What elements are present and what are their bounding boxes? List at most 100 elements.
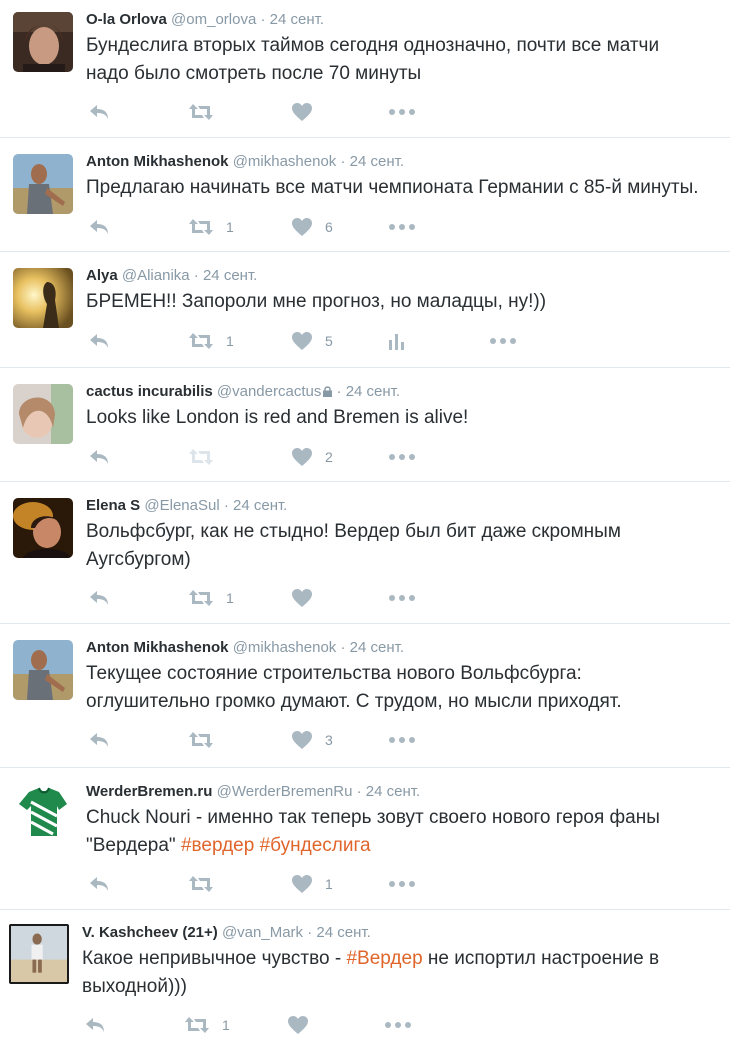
reply-icon	[84, 1016, 106, 1034]
tweet-actions: 1 6	[86, 216, 426, 238]
hashtag-link[interactable]: #бундеслига	[260, 835, 371, 856]
like-button[interactable]: 5	[291, 330, 333, 352]
avatar[interactable]	[13, 640, 73, 700]
retweet-icon	[188, 332, 214, 350]
reply-button[interactable]	[88, 216, 110, 238]
retweet-button[interactable]: 1	[188, 216, 234, 238]
more-icon	[490, 338, 516, 344]
author-name[interactable]: O-la Orlova	[86, 11, 167, 28]
tweet-card[interactable]: O-la Orlova @om_orlova · 24 сент. Бундес…	[0, 0, 730, 138]
like-button[interactable]: 3	[291, 729, 333, 751]
author-name[interactable]: Anton Mikhashenok	[86, 153, 229, 170]
reply-button[interactable]	[88, 101, 110, 123]
like-button[interactable]	[287, 1014, 321, 1036]
reply-button[interactable]	[84, 1014, 106, 1036]
retweet-button[interactable]: 1	[188, 587, 234, 609]
author-handle[interactable]: @ElenaSul	[144, 497, 219, 514]
text-line: выходной)))	[82, 976, 187, 997]
text-line: Бундеслига вторых таймов сегодня однозна…	[86, 35, 660, 56]
more-button[interactable]	[389, 873, 415, 895]
retweet-button[interactable]	[188, 729, 226, 751]
reply-button[interactable]	[88, 729, 110, 751]
retweet-button[interactable]	[188, 101, 226, 123]
author-handle[interactable]: @mikhashenok	[233, 153, 337, 170]
avatar[interactable]	[13, 12, 73, 72]
like-button[interactable]: 1	[291, 873, 333, 895]
separator: ·	[356, 783, 362, 800]
more-button[interactable]	[389, 216, 415, 238]
timestamp[interactable]: 24 сент.	[233, 497, 287, 514]
timestamp[interactable]: 24 сент.	[350, 153, 404, 170]
author-handle[interactable]: @vandercactus	[217, 383, 321, 400]
tweet-card[interactable]: WerderBremen.ru @WerderBremenRu · 24 сен…	[0, 768, 730, 910]
reply-button[interactable]	[88, 873, 110, 895]
avatar[interactable]	[13, 782, 73, 842]
more-button[interactable]	[385, 1014, 411, 1036]
tweet-card[interactable]: Alya @Alianika · 24 сент. БРЕМЕН!! Запор…	[0, 252, 730, 368]
tweet-card[interactable]: Anton Mikhashenok @mikhashenok · 24 сент…	[0, 624, 730, 768]
timestamp[interactable]: 24 сент.	[350, 639, 404, 656]
reply-button[interactable]	[88, 446, 110, 468]
reply-icon	[88, 448, 110, 466]
author-handle[interactable]: @om_orlova	[171, 11, 256, 28]
more-button[interactable]	[389, 729, 415, 751]
reply-icon	[88, 103, 110, 121]
avatar[interactable]	[13, 154, 73, 214]
reply-button[interactable]	[88, 587, 110, 609]
like-button[interactable]: 6	[291, 216, 333, 238]
avatar[interactable]	[9, 924, 69, 984]
author-name[interactable]: cactus incurabilis	[86, 383, 213, 400]
tweet-text: БРЕМЕН!! Запороли мне прогноз, но маладц…	[86, 288, 721, 316]
retweet-icon	[184, 1016, 210, 1034]
avatar[interactable]	[13, 498, 73, 558]
timestamp[interactable]: 24 сент.	[203, 267, 257, 284]
more-button[interactable]	[490, 330, 516, 352]
separator: ·	[340, 153, 346, 170]
tweet-card[interactable]: cactus incurabilis @vandercactus · 24 се…	[0, 368, 730, 482]
analytics-button[interactable]	[389, 330, 405, 352]
timestamp[interactable]: 24 сент.	[270, 11, 324, 28]
tweet-card[interactable]: V. Kashcheev (21+) @van_Mark · 24 сент. …	[0, 910, 730, 1045]
retweet-button[interactable]: 1	[188, 330, 234, 352]
author-handle[interactable]: @WerderBremenRu	[217, 783, 353, 800]
tweet-text: Предлагаю начинать все матчи чемпионата …	[86, 174, 721, 202]
like-icon	[291, 730, 313, 750]
author-name[interactable]: V. Kashcheev (21+)	[82, 924, 218, 941]
author-handle[interactable]: @mikhashenok	[233, 639, 337, 656]
retweet-button[interactable]: 1	[184, 1014, 230, 1036]
author-name[interactable]: WerderBremen.ru	[86, 783, 212, 800]
author-name[interactable]: Elena S	[86, 497, 140, 514]
timestamp[interactable]: 24 сент.	[366, 783, 420, 800]
tweet-text: Текущее состояние строительства нового В…	[86, 660, 721, 716]
tweet-card[interactable]: Elena S @ElenaSul · 24 сент. Вольфсбург,…	[0, 482, 730, 624]
like-icon	[291, 874, 313, 894]
like-button[interactable]	[291, 101, 325, 123]
more-icon	[389, 454, 415, 460]
avatar[interactable]	[13, 268, 73, 328]
more-button[interactable]	[389, 101, 415, 123]
author-handle[interactable]: @Alianika	[122, 267, 190, 284]
text-line: Looks like London is red and Bremen is a…	[86, 407, 469, 428]
timestamp[interactable]: 24 сент.	[316, 924, 370, 941]
text-segment: Какое непривычное чувство -	[82, 948, 347, 969]
reply-button[interactable]	[88, 330, 110, 352]
like-count: 5	[325, 333, 333, 349]
author-name[interactable]: Anton Mikhashenok	[86, 639, 229, 656]
tweet-card[interactable]: Anton Mikhashenok @mikhashenok · 24 сент…	[0, 138, 730, 252]
author-handle[interactable]: @van_Mark	[222, 924, 303, 941]
hashtag-link[interactable]: #вердер	[181, 835, 254, 856]
like-button[interactable]: 2	[291, 446, 333, 468]
tweet-header: Elena S @ElenaSul · 24 сент.	[86, 497, 287, 515]
separator: ·	[336, 383, 342, 400]
separator: ·	[223, 497, 229, 514]
more-button[interactable]	[389, 587, 415, 609]
hashtag-link[interactable]: #Вердер	[346, 948, 422, 969]
timestamp[interactable]: 24 сент.	[346, 383, 400, 400]
author-name[interactable]: Alya	[86, 267, 118, 284]
like-icon	[291, 447, 313, 467]
more-button[interactable]	[389, 446, 415, 468]
like-button[interactable]	[291, 587, 325, 609]
retweet-button[interactable]	[188, 873, 226, 895]
more-icon	[389, 595, 415, 601]
avatar[interactable]	[13, 384, 73, 444]
